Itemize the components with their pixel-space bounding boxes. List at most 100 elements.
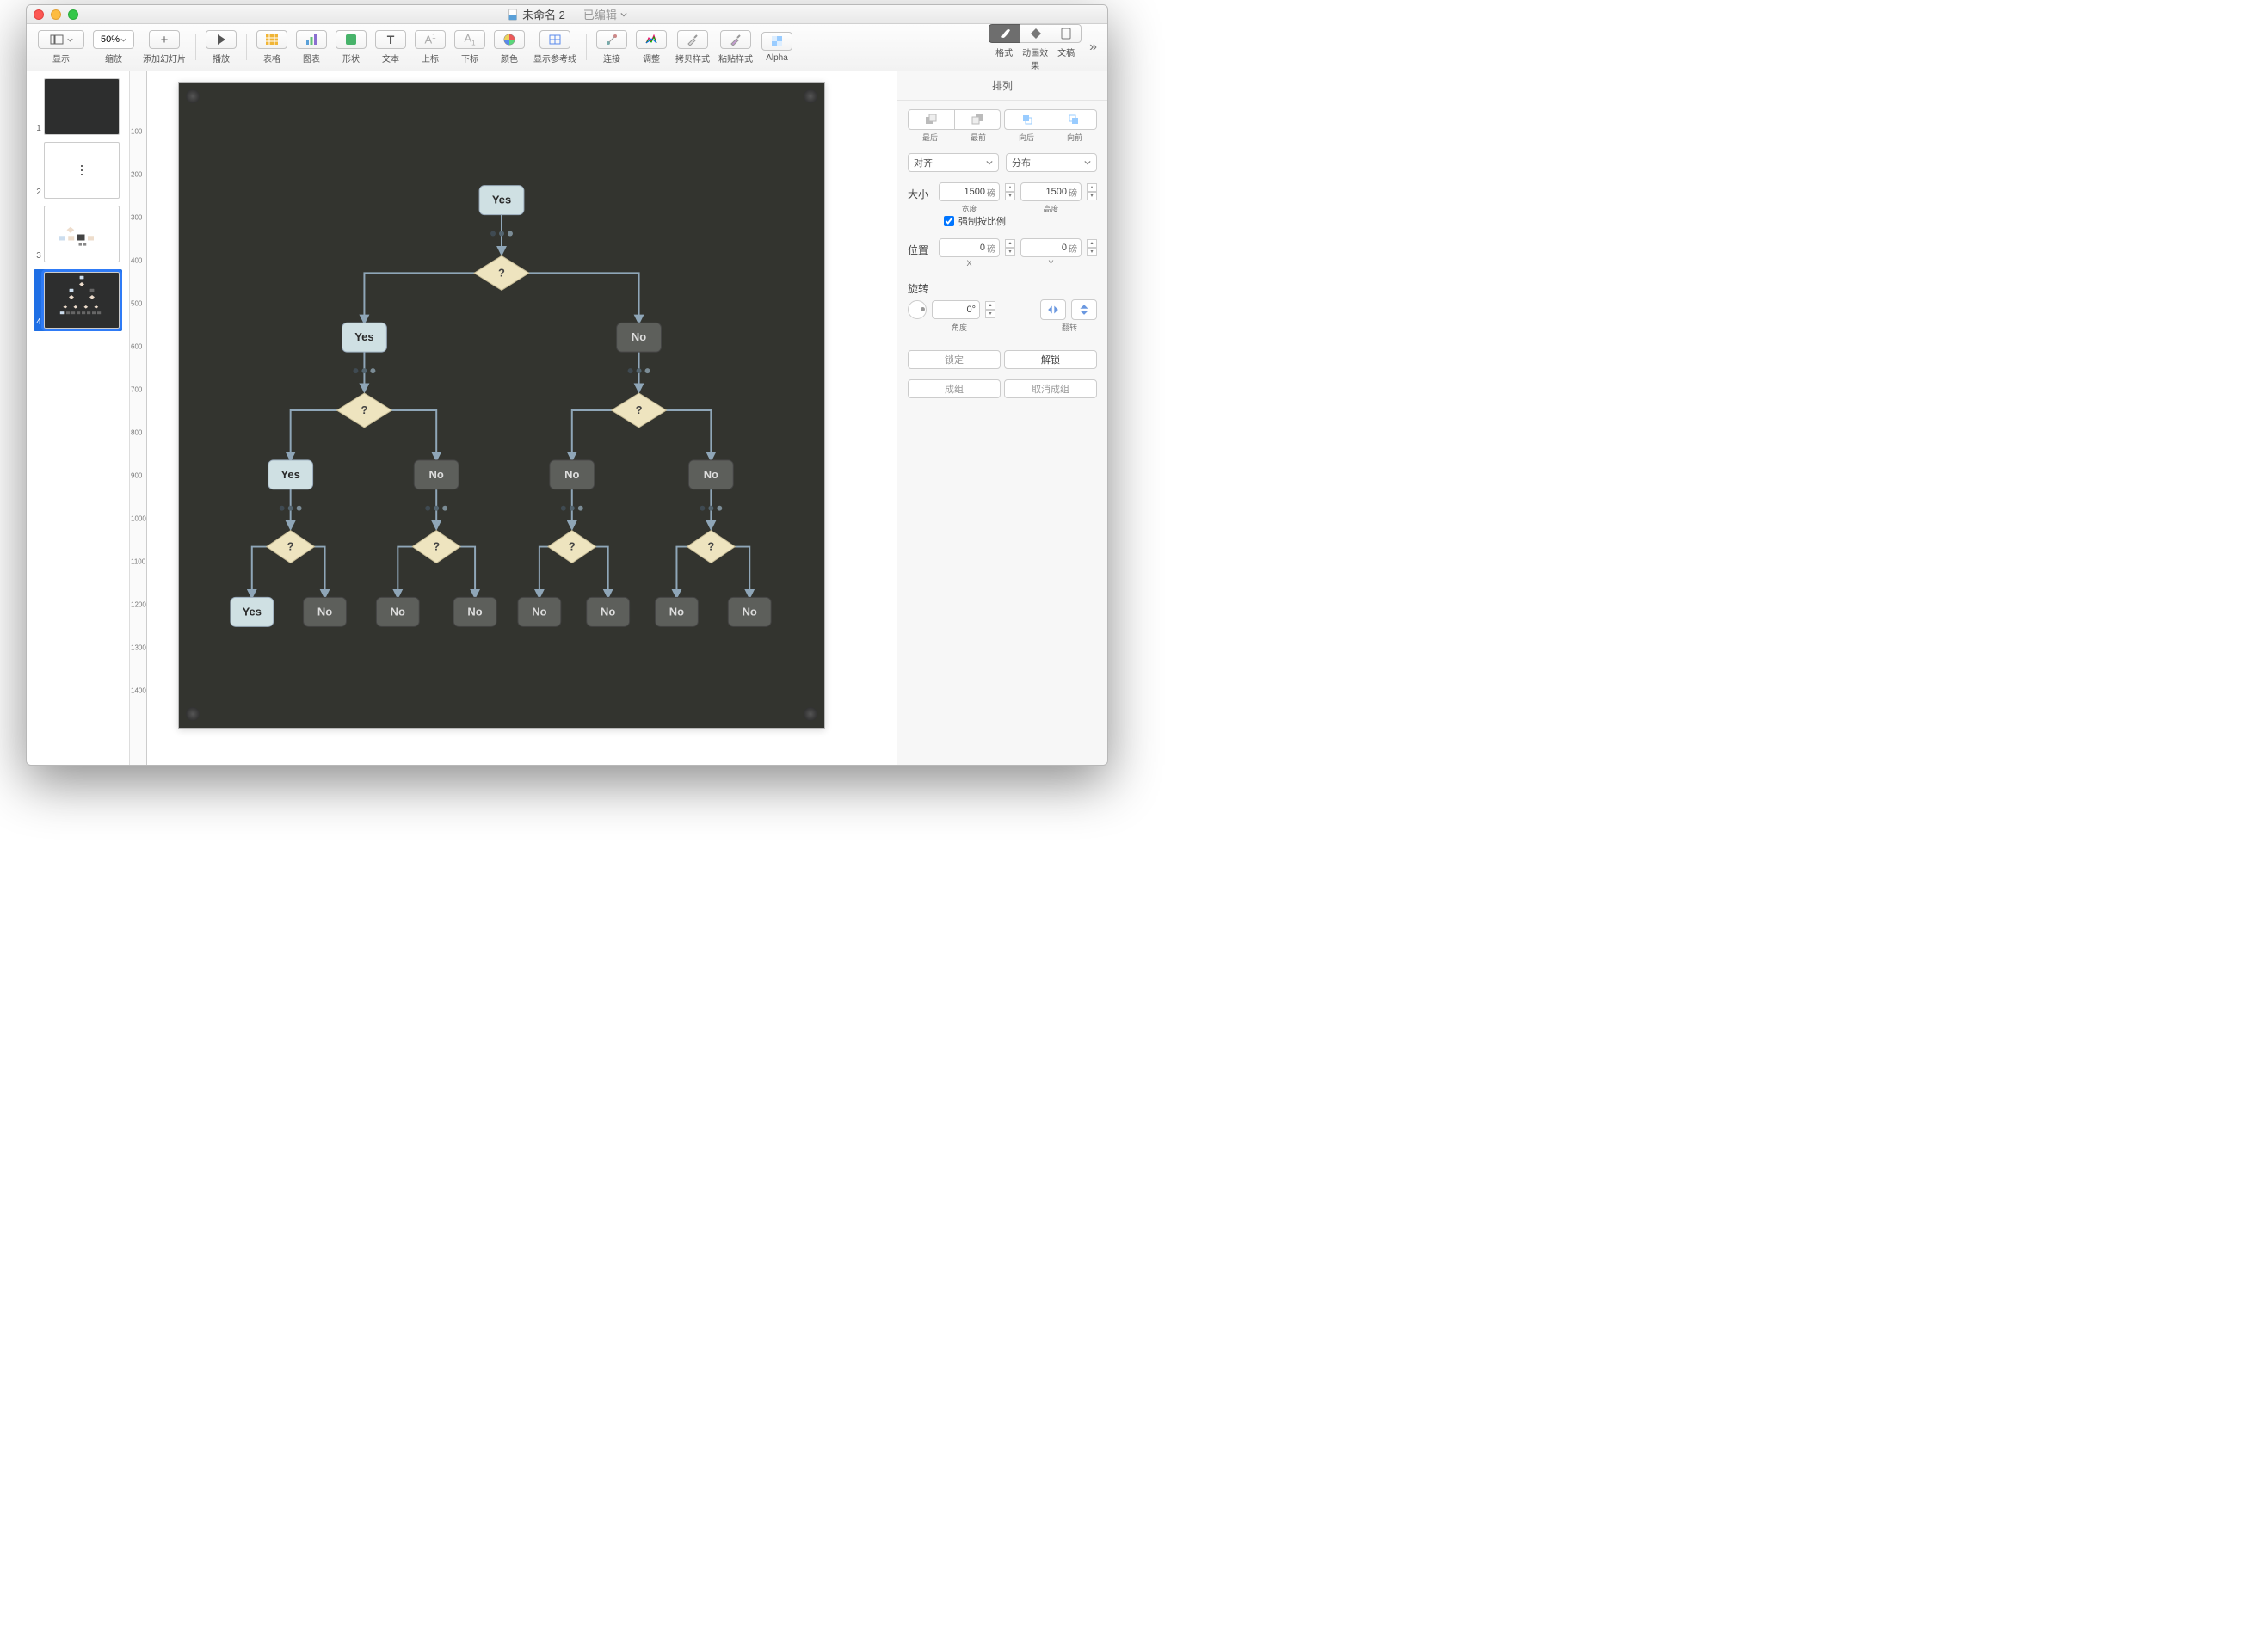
add-slide-button[interactable]: + <box>149 30 180 49</box>
x-field[interactable]: 0磅 <box>939 238 1000 257</box>
zoom-window-button[interactable] <box>68 9 78 20</box>
minimize-window-button[interactable] <box>51 9 61 20</box>
svg-text:?: ? <box>707 540 714 553</box>
document-label: 文稿 <box>1051 46 1082 71</box>
subscript-label: 下标 <box>461 52 478 65</box>
alpha-icon <box>770 34 784 48</box>
adjust-label: 调整 <box>643 52 660 65</box>
play-icon <box>214 33 228 46</box>
flowchart[interactable]: Yes ? Yes No ? ? <box>179 83 824 728</box>
alpha-label: Alpha <box>766 53 788 63</box>
chart-label: 图表 <box>303 52 320 65</box>
traffic-lights <box>34 9 78 20</box>
subscript-button[interactable]: A1 <box>454 30 485 49</box>
eyedropper-fill-icon <box>729 33 743 46</box>
svg-text:No: No <box>564 468 579 481</box>
play-button[interactable] <box>206 30 237 49</box>
x-stepper[interactable]: ▴▾ <box>1005 239 1015 256</box>
table-button[interactable] <box>256 30 287 49</box>
connect-label: 连接 <box>603 52 620 65</box>
toolbar-overflow[interactable]: » <box>1086 40 1100 55</box>
slide-thumb-4[interactable] <box>44 272 120 329</box>
height-field[interactable]: 1500磅 <box>1020 182 1082 201</box>
alpha-button[interactable] <box>761 32 792 51</box>
svg-text:Yes: Yes <box>243 605 262 618</box>
adjust-button[interactable] <box>636 30 667 49</box>
table-icon <box>265 33 279 46</box>
zoom-label: 缩放 <box>105 52 122 65</box>
angle-dial[interactable] <box>908 300 927 319</box>
text-button[interactable]: T <box>375 30 406 49</box>
zoom-field[interactable]: 50% <box>93 30 134 49</box>
y-field[interactable]: 0磅 <box>1020 238 1082 257</box>
angle-stepper[interactable]: ▴▾ <box>985 301 995 318</box>
svg-text:?: ? <box>636 403 643 416</box>
constrain-label: 强制按比例 <box>958 214 1006 228</box>
ungroup-button[interactable]: 取消成组 <box>1004 379 1097 398</box>
inspector-arrange: 排列 最后最前向后向前 <box>897 71 1107 765</box>
bring-to-front-button[interactable] <box>955 109 1001 130</box>
height-stepper[interactable]: ▴▾ <box>1087 183 1097 200</box>
close-window-button[interactable] <box>34 9 44 20</box>
send-to-back-button[interactable] <box>908 109 955 130</box>
titlebar: 未命名 2 — 已编辑 <box>27 5 1107 24</box>
view-button[interactable] <box>38 30 84 49</box>
window-title[interactable]: 未命名 2 — 已编辑 <box>78 6 1056 22</box>
width-field[interactable]: 1500磅 <box>939 182 1000 201</box>
svg-text:No: No <box>467 605 482 618</box>
send-backward-button[interactable] <box>1004 109 1051 130</box>
superscript-button[interactable]: A1 <box>415 30 446 49</box>
distribute-dropdown[interactable]: 分布 <box>1006 153 1097 172</box>
svg-text:Yes: Yes <box>280 468 299 481</box>
connect-button[interactable] <box>596 30 627 49</box>
slide-thumb-1[interactable] <box>44 78 120 135</box>
constrain-checkbox[interactable] <box>944 216 954 226</box>
chart-button[interactable] <box>296 30 327 49</box>
color-button[interactable] <box>494 30 525 49</box>
chevron-down-icon <box>620 11 627 18</box>
color-label: 颜色 <box>501 52 518 65</box>
forward-icon <box>1068 114 1080 126</box>
width-stepper[interactable]: ▴▾ <box>1005 183 1015 200</box>
doc-icon <box>507 9 519 21</box>
svg-text:No: No <box>317 605 332 618</box>
y-stepper[interactable]: ▴▾ <box>1087 239 1097 256</box>
flip-h-button[interactable] <box>1040 299 1066 320</box>
slide-thumb-2[interactable] <box>44 142 120 199</box>
copy-style-button[interactable] <box>677 30 708 49</box>
shape-button[interactable] <box>336 30 367 49</box>
stage[interactable]: Yes ? Yes No ? ? <box>147 71 897 765</box>
unlock-button[interactable]: 解锁 <box>1004 350 1097 369</box>
guides-button[interactable] <box>539 30 570 49</box>
back-icon <box>925 114 937 126</box>
angle-field[interactable]: 0° <box>932 300 980 319</box>
play-label: 播放 <box>213 52 230 65</box>
eyedropper-icon <box>686 33 700 46</box>
view-icon <box>50 33 64 46</box>
format-label: 格式 <box>989 46 1020 71</box>
svg-text:No: No <box>601 605 615 618</box>
svg-text:?: ? <box>569 540 576 553</box>
group-button[interactable]: 成组 <box>908 379 1001 398</box>
copy-style-label: 拷贝样式 <box>675 52 710 65</box>
flip-v-icon <box>1078 304 1090 316</box>
document-tab[interactable] <box>1051 24 1082 43</box>
flip-h-icon <box>1047 304 1059 316</box>
flip-v-button[interactable] <box>1071 299 1097 320</box>
slide-thumb-3[interactable] <box>44 206 120 262</box>
position-label: 位置 <box>908 243 934 257</box>
svg-text:No: No <box>743 605 757 618</box>
chevron-down-icon <box>1084 159 1091 166</box>
svg-text:?: ? <box>498 266 505 279</box>
toolbar: 显示 50% 缩放 + 添加幻灯片 播放 表格 <box>27 24 1107 71</box>
animate-tab[interactable] <box>1020 24 1051 43</box>
bring-forward-button[interactable] <box>1051 109 1098 130</box>
align-dropdown[interactable]: 对齐 <box>908 153 999 172</box>
guides-label: 显示参考线 <box>533 52 576 65</box>
format-tab[interactable] <box>989 24 1020 43</box>
paste-style-button[interactable] <box>720 30 751 49</box>
size-label: 大小 <box>908 187 934 201</box>
lock-button[interactable]: 锁定 <box>908 350 1001 369</box>
slide-canvas[interactable]: Yes ? Yes No ? ? <box>178 82 825 729</box>
chevron-down-icon <box>986 159 993 166</box>
